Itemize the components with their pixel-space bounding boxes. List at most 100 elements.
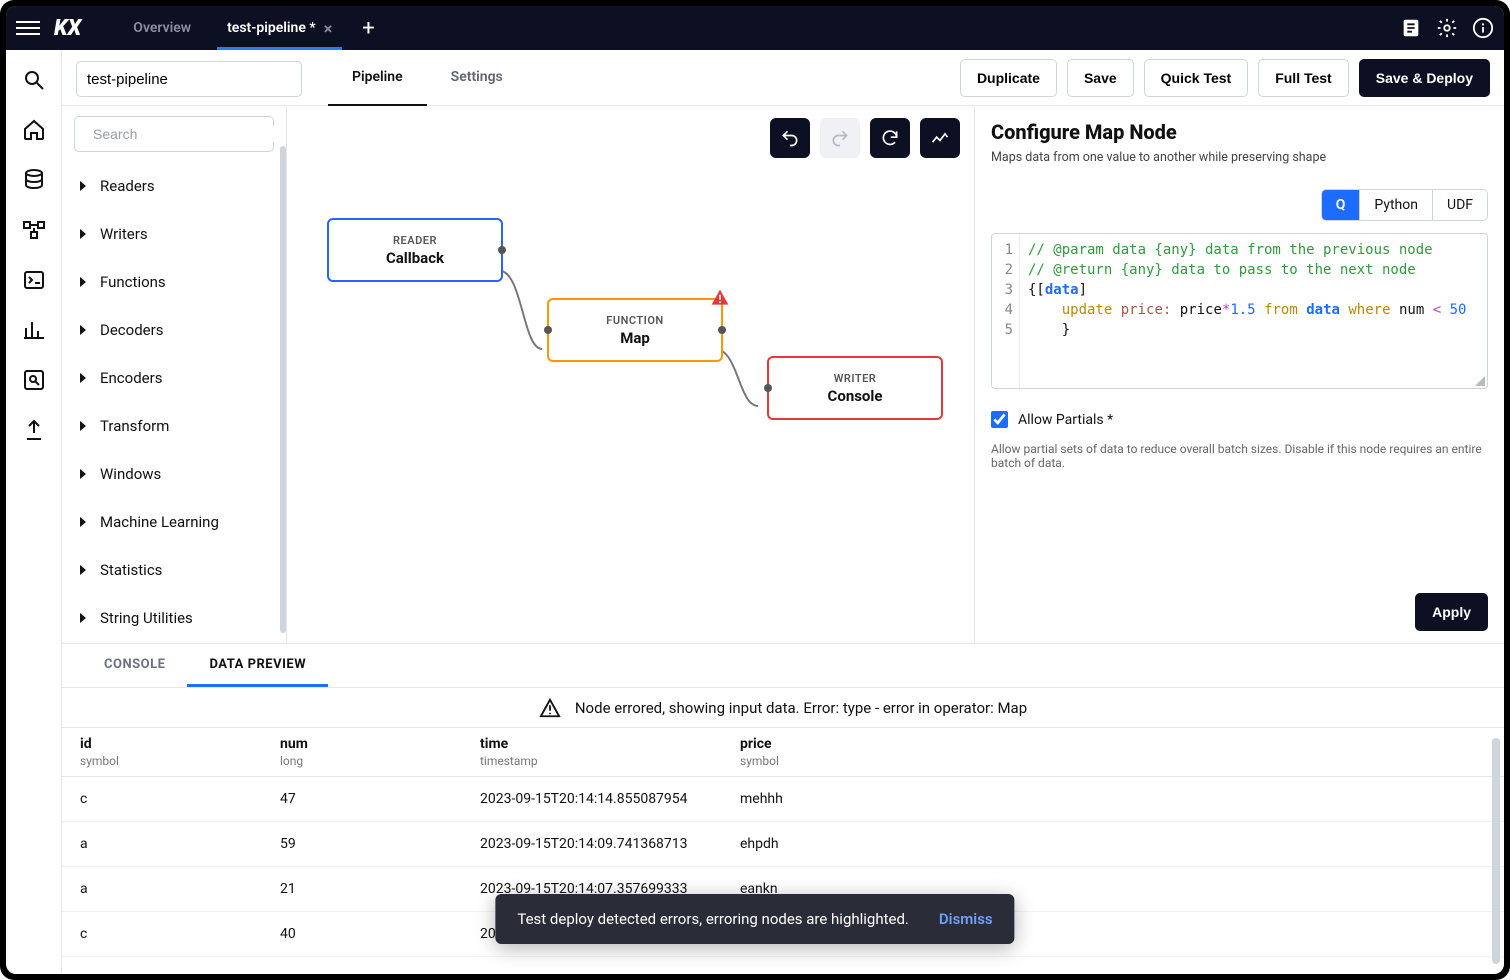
logo: KX <box>54 16 81 41</box>
port-out[interactable] <box>718 326 726 334</box>
allow-partials-label: Allow Partials * <box>1018 412 1113 428</box>
node-config-panel: Configure Map Node Maps data from one va… <box>974 106 1504 643</box>
node-type-label: READER <box>393 234 437 247</box>
category-machine-learning[interactable]: Machine Learning <box>62 498 286 546</box>
port-in[interactable] <box>764 384 772 392</box>
subtab-settings[interactable]: Settings <box>427 50 527 106</box>
col-id[interactable]: id <box>62 728 262 754</box>
pipeline-name-input[interactable] <box>76 61 302 97</box>
category-functions[interactable]: Functions <box>62 258 286 306</box>
config-title: Configure Map Node <box>991 120 1488 144</box>
tab-test-pipeline[interactable]: test-pipeline * × <box>209 6 350 50</box>
col-num[interactable]: num <box>262 728 462 754</box>
toast-dismiss[interactable]: Dismiss <box>939 910 993 928</box>
menu-icon[interactable] <box>16 16 40 40</box>
lang-tab-q[interactable]: Q <box>1322 190 1360 220</box>
col-type: symbol <box>722 754 1504 777</box>
topbar: KX Overview test-pipeline * × + <box>6 6 1504 50</box>
col-time[interactable]: time <box>462 728 722 754</box>
category-transform[interactable]: Transform <box>62 402 286 450</box>
tab-console[interactable]: CONSOLE <box>82 644 187 687</box>
inspect-icon[interactable] <box>22 368 46 392</box>
cell-time: 2023-09-15T20:14:09.741368713 <box>462 822 722 867</box>
subtab-pipeline[interactable]: Pipeline <box>328 50 427 106</box>
search-icon[interactable] <box>22 68 46 92</box>
config-desc: Maps data from one value to another whil… <box>991 150 1488 165</box>
category-label: Machine Learning <box>100 513 219 531</box>
error-text: Node errored, showing input data. Error:… <box>575 699 1027 717</box>
resize-handle[interactable] <box>1475 376 1485 386</box>
col-type: long <box>262 754 462 777</box>
pipeline-icon[interactable] <box>22 218 46 242</box>
home-icon[interactable] <box>22 118 46 142</box>
palette-search-input[interactable] <box>93 126 274 142</box>
category-writers[interactable]: Writers <box>62 210 286 258</box>
port-out[interactable] <box>498 246 506 254</box>
node-name-label: Map <box>620 329 650 347</box>
tab-overview[interactable]: Overview <box>115 6 209 50</box>
category-label: Decoders <box>100 321 163 339</box>
category-encoders[interactable]: Encoders <box>62 354 286 402</box>
gear-icon[interactable] <box>1436 17 1458 39</box>
metrics-button[interactable] <box>920 118 960 158</box>
lang-tab-udf[interactable]: UDF <box>1432 190 1487 220</box>
chevron-right-icon <box>80 277 86 287</box>
code-editor[interactable]: 12345 // @param data {any} data from the… <box>991 233 1488 389</box>
category-label: Writers <box>100 225 148 243</box>
palette-search[interactable] <box>74 116 274 152</box>
allow-partials-row[interactable]: Allow Partials * <box>991 411 1488 428</box>
database-icon[interactable] <box>22 168 46 192</box>
category-windows[interactable]: Windows <box>62 450 286 498</box>
editor-content[interactable]: // @param data {any} data from the previ… <box>1020 234 1487 388</box>
lang-tab-python[interactable]: Python <box>1359 190 1432 220</box>
category-label: Functions <box>100 273 166 291</box>
chevron-right-icon <box>80 325 86 335</box>
table-row[interactable]: c472023-09-15T20:14:14.855087954mehhh <box>62 777 1504 822</box>
node-writer-console[interactable]: WRITER Console <box>767 356 943 420</box>
node-function-map[interactable]: FUNCTION Map <box>547 298 723 362</box>
category-statistics[interactable]: Statistics <box>62 546 286 594</box>
duplicate-button[interactable]: Duplicate <box>960 59 1057 97</box>
info-icon[interactable] <box>1472 17 1494 39</box>
close-icon[interactable]: × <box>324 19 333 38</box>
apply-button[interactable]: Apply <box>1415 593 1488 631</box>
node-name-label: Callback <box>386 249 444 267</box>
add-tab-button[interactable]: + <box>350 6 386 50</box>
full-test-button[interactable]: Full Test <box>1258 59 1349 97</box>
port-in[interactable] <box>544 326 552 334</box>
cell-id: a <box>62 822 262 867</box>
node-reader-callback[interactable]: READER Callback <box>327 218 503 282</box>
scrollbar[interactable] <box>280 146 286 633</box>
warning-icon <box>709 288 731 308</box>
chevron-right-icon <box>80 373 86 383</box>
editor-gutter: 12345 <box>992 234 1020 388</box>
save-deploy-button[interactable]: Save & Deploy <box>1359 59 1490 97</box>
pipeline-canvas[interactable]: READER Callback FUNCTION Map WRITER Cons… <box>287 106 974 643</box>
col-price[interactable]: price <box>722 728 1504 754</box>
category-label: String Utilities <box>100 609 193 627</box>
table-row[interactable]: a592023-09-15T20:14:09.741368713ehpdh <box>62 822 1504 867</box>
scrollbar[interactable] <box>1492 738 1500 964</box>
refresh-button[interactable] <box>870 118 910 158</box>
upload-icon[interactable] <box>22 418 46 442</box>
allow-partials-checkbox[interactable] <box>991 411 1008 428</box>
nav-rail <box>6 50 62 974</box>
notes-icon[interactable] <box>1400 17 1422 39</box>
terminal-icon[interactable] <box>22 268 46 292</box>
allow-partials-hint: Allow partial sets of data to reduce ove… <box>991 442 1488 470</box>
tab-data-preview[interactable]: DATA PREVIEW <box>187 644 328 687</box>
category-decoders[interactable]: Decoders <box>62 306 286 354</box>
node-type-label: WRITER <box>834 372 877 385</box>
quick-test-button[interactable]: Quick Test <box>1144 59 1249 97</box>
cell-id: c <box>62 912 262 957</box>
tab-label: Overview <box>133 20 191 36</box>
category-string-utilities[interactable]: String Utilities <box>62 594 286 642</box>
save-button[interactable]: Save <box>1067 59 1134 97</box>
chart-icon[interactable] <box>22 318 46 342</box>
category-readers[interactable]: Readers <box>62 162 286 210</box>
undo-button[interactable] <box>770 118 810 158</box>
category-label: Transform <box>100 417 169 435</box>
chevron-right-icon <box>80 517 86 527</box>
node-type-label: FUNCTION <box>606 314 663 327</box>
category-label: Windows <box>100 465 161 483</box>
